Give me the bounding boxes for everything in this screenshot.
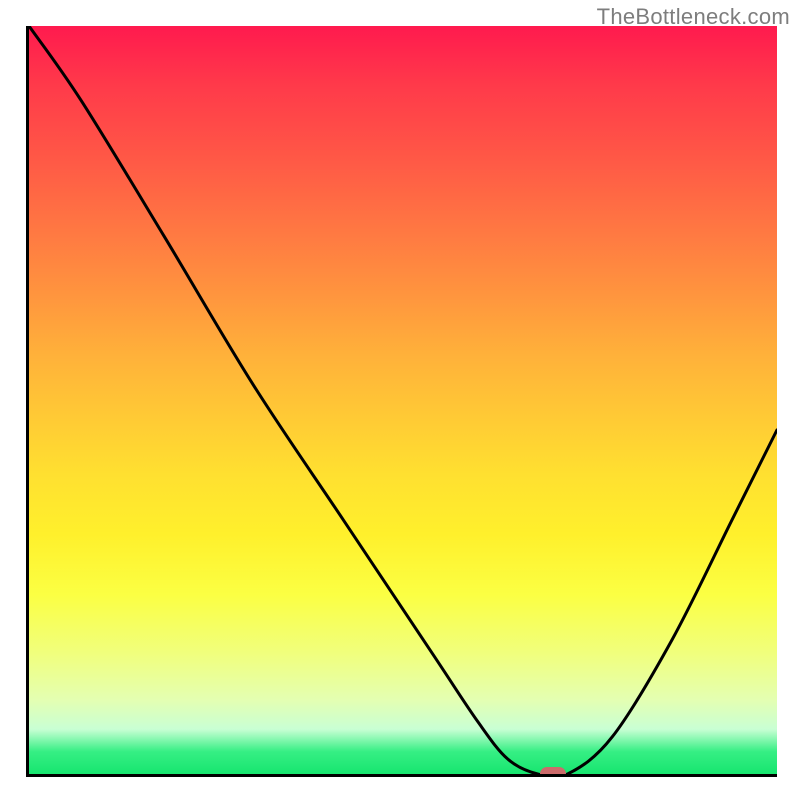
plot-area [26,26,777,777]
curve-layer [29,26,777,774]
optimal-marker [540,767,566,777]
bottleneck-chart: TheBottleneck.com [0,0,800,800]
bottleneck-curve-path [29,26,777,774]
